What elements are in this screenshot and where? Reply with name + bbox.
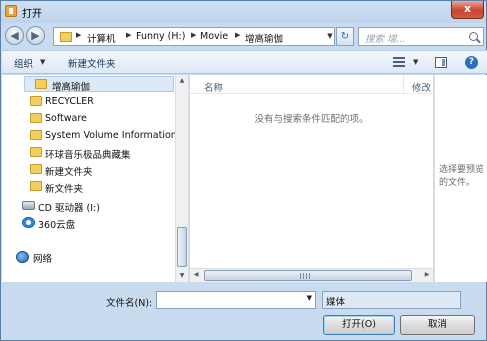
new-folder-button[interactable]: 新建文件夹 xyxy=(68,56,116,70)
forward-arrow-icon: ▶ xyxy=(31,29,40,42)
breadcrumb-separator-icon: ▶ xyxy=(76,31,82,39)
nav-item-label: 环球音乐极品典藏集 xyxy=(45,150,131,161)
scroll-right-icon[interactable]: ▶ xyxy=(421,269,433,281)
folder-icon xyxy=(60,32,72,42)
column-header-name[interactable]: 名称 xyxy=(204,80,223,94)
filename-label: 文件名(N): xyxy=(106,298,153,309)
back-arrow-icon: ◀ xyxy=(10,29,19,42)
nav-item-system-volume[interactable]: System Volume Information xyxy=(30,128,177,144)
nav-item-label: 增高瑜伽 xyxy=(52,82,91,93)
preview-message: 选择要预览的文件。 xyxy=(439,165,485,188)
grip-icon xyxy=(300,273,312,279)
chevron-down-icon[interactable]: ▼ xyxy=(413,58,418,66)
command-bar: 组织 ▼ 新建文件夹 ▼ ? xyxy=(2,50,487,74)
chevron-down-icon[interactable]: ▼ xyxy=(307,294,312,302)
address-dropdown-icon[interactable]: ▼ xyxy=(325,28,335,45)
folder-icon xyxy=(30,181,42,191)
nav-item-360-cloud[interactable]: 360云盘 xyxy=(22,215,175,231)
folder-icon xyxy=(30,164,42,174)
breadcrumb-movie[interactable]: Movie xyxy=(200,31,228,42)
view-options-icon[interactable] xyxy=(393,57,405,67)
cd-drive-icon xyxy=(22,201,35,210)
open-dialog: 打开 x ◀ ▶ ▶ 计算机 ▶ Funny (H:) ▶ Movie ▶ 增高… xyxy=(0,0,487,341)
window-title: 打开 xyxy=(22,9,42,20)
cancel-button[interactable]: 取消 xyxy=(400,315,475,335)
scroll-left-icon[interactable]: ◀ xyxy=(190,269,202,281)
nav-item-label: System Volume Information xyxy=(45,130,177,141)
nav-item-current-folder[interactable]: 增高瑜伽 xyxy=(24,76,174,93)
refresh-icon: ↻ xyxy=(340,31,350,42)
refresh-button[interactable]: ↻ xyxy=(336,27,354,46)
nav-item-new-folder-1[interactable]: 新建文件夹 xyxy=(30,162,175,178)
folder-icon xyxy=(35,79,47,89)
navigation-pane[interactable]: 增高瑜伽 RECYCLER Software System Volume Inf… xyxy=(2,75,189,282)
search-input[interactable]: 搜索 增... xyxy=(365,31,406,45)
nav-item-music-collection[interactable]: 环球音乐极品典藏集 xyxy=(30,145,175,161)
nav-item-label: 网络 xyxy=(33,254,53,265)
close-button[interactable]: x xyxy=(451,1,484,19)
folder-icon xyxy=(30,130,42,140)
preview-pane-icon[interactable] xyxy=(435,57,447,68)
nav-item-label: CD 驱动器 (I:) xyxy=(38,203,100,214)
nav-item-label: 新文件夹 xyxy=(45,184,84,195)
chevron-down-icon: ▼ xyxy=(40,58,46,66)
folder-icon xyxy=(30,147,42,157)
breadcrumb-separator-icon: ▶ xyxy=(191,31,197,39)
nav-item-label: 360云盘 xyxy=(38,220,76,231)
nav-item-new-folder-2[interactable]: 新文件夹 xyxy=(30,179,175,195)
file-list[interactable]: 名称 修改 没有与搜索条件匹配的项。 xyxy=(190,75,433,282)
scroll-thumb[interactable] xyxy=(177,227,187,267)
file-type-select[interactable]: 媒体 xyxy=(322,291,461,309)
search-icon[interactable] xyxy=(469,32,478,41)
breadcrumb-computer[interactable]: 计算机 xyxy=(87,31,116,45)
breadcrumb-separator-icon: ▶ xyxy=(126,31,132,39)
column-divider[interactable] xyxy=(403,75,404,94)
file-list-scrollbar[interactable]: ◀ ▶ xyxy=(190,268,433,282)
preview-pane: 选择要预览的文件。 xyxy=(434,75,487,282)
filename-field[interactable]: ▼ xyxy=(156,291,316,309)
empty-message: 没有与搜索条件匹配的项。 xyxy=(254,114,369,125)
cloud-drive-icon xyxy=(22,217,35,228)
breadcrumb-separator-icon: ▶ xyxy=(235,31,241,39)
back-button[interactable]: ◀ xyxy=(5,26,24,45)
scroll-down-icon[interactable]: ▼ xyxy=(176,270,188,282)
nav-item-label: RECYCLER xyxy=(45,96,94,107)
nav-item-label: Software xyxy=(45,113,87,124)
folder-icon xyxy=(30,113,42,123)
scroll-thumb[interactable] xyxy=(204,270,412,281)
breadcrumb-current[interactable]: 增高瑜伽 xyxy=(245,31,283,45)
nav-item-cd-drive[interactable]: CD 驱动器 (I:) xyxy=(22,198,175,214)
search-box[interactable]: 搜索 增... xyxy=(358,27,484,46)
network-icon xyxy=(16,251,29,263)
address-bar[interactable]: ▶ 计算机 ▶ Funny (H:) ▶ Movie ▶ 增高瑜伽 xyxy=(53,27,335,46)
help-icon[interactable]: ? xyxy=(465,56,478,69)
nav-item-software[interactable]: Software xyxy=(30,111,175,127)
folder-icon xyxy=(30,96,42,106)
nav-item-label: 新建文件夹 xyxy=(45,167,93,178)
column-header-modified[interactable]: 修改 xyxy=(412,80,431,94)
title-bar[interactable]: 打开 x xyxy=(1,1,487,23)
scroll-up-icon[interactable]: ▲ xyxy=(176,75,188,87)
nav-scrollbar[interactable]: ▲ ▼ xyxy=(175,75,188,282)
open-button[interactable]: 打开(O) xyxy=(323,315,395,335)
nav-item-network[interactable]: 网络 xyxy=(16,249,175,265)
breadcrumb-drive[interactable]: Funny (H:) xyxy=(136,31,185,42)
forward-button[interactable]: ▶ xyxy=(26,26,45,45)
nav-item-recycler[interactable]: RECYCLER xyxy=(30,94,175,110)
column-header-row: 名称 修改 xyxy=(190,75,433,94)
app-icon xyxy=(5,5,17,17)
file-type-value: 媒体 xyxy=(326,297,346,308)
organize-button[interactable]: 组织 xyxy=(14,56,33,70)
